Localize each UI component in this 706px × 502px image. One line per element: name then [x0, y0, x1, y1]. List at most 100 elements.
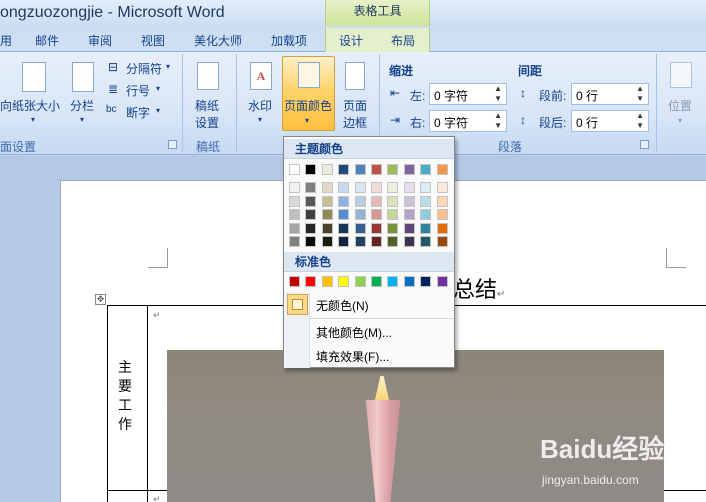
tab-reference[interactable]: 用: [0, 32, 12, 49]
theme-shade-swatch[interactable]: [354, 236, 366, 247]
line-numbers-dropdown-icon[interactable]: ▾: [156, 84, 160, 93]
spacing-before-spinner[interactable]: 0 行 ▲ ▼: [571, 83, 649, 105]
page-setup-launcher-icon[interactable]: [168, 140, 177, 149]
spacing-before-value[interactable]: 0 行: [576, 87, 598, 104]
orientation-label[interactable]: 向: [0, 97, 12, 114]
standard-color-swatch[interactable]: [321, 276, 333, 287]
columns-dropdown-icon[interactable]: ▾: [80, 115, 84, 124]
theme-shade-swatch[interactable]: [403, 236, 415, 247]
theme-shade-swatch[interactable]: [420, 182, 432, 193]
theme-color-swatch[interactable]: [321, 164, 333, 175]
page-color-label[interactable]: 页面颜色: [284, 97, 332, 114]
standard-color-swatch[interactable]: [338, 276, 350, 287]
theme-shade-swatch[interactable]: [420, 209, 432, 220]
indent-right-value[interactable]: 0 字符: [434, 114, 468, 131]
theme-shade-swatch[interactable]: [371, 195, 382, 207]
theme-shade-swatch[interactable]: [387, 209, 399, 220]
theme-shade-swatch[interactable]: [354, 182, 366, 193]
theme-shade-swatch[interactable]: [420, 195, 432, 207]
theme-shade-swatch[interactable]: [321, 236, 333, 247]
theme-shade-swatch[interactable]: [338, 195, 350, 207]
theme-shade-swatch[interactable]: [371, 209, 382, 220]
indent-left-value[interactable]: 0 字符: [434, 87, 468, 104]
spin-arrows-icon[interactable]: ▲ ▼: [494, 111, 502, 131]
paragraph-launcher-icon[interactable]: [640, 140, 649, 149]
theme-shade-swatch[interactable]: [305, 195, 317, 207]
theme-shade-swatch[interactable]: [305, 209, 317, 220]
position-dropdown-icon[interactable]: ▾: [678, 116, 682, 125]
standard-color-swatch[interactable]: [436, 276, 448, 287]
theme-color-swatch[interactable]: [338, 164, 350, 175]
theme-shade-swatch[interactable]: [338, 182, 350, 193]
manuscript-line2[interactable]: 设置: [195, 114, 219, 131]
theme-shade-swatch[interactable]: [387, 236, 399, 247]
breaks-dropdown-icon[interactable]: ▾: [166, 62, 170, 71]
theme-shade-swatch[interactable]: [305, 222, 317, 234]
indent-right-spinner[interactable]: 0 字符 ▲ ▼: [429, 110, 507, 132]
theme-shade-swatch[interactable]: [321, 209, 333, 220]
spin-arrows-icon[interactable]: ▲ ▼: [636, 111, 644, 131]
standard-color-swatch[interactable]: [403, 276, 415, 287]
page-borders-line1[interactable]: 页面: [343, 97, 367, 114]
tab-addins[interactable]: 加载项: [271, 32, 307, 49]
spacing-after-value[interactable]: 0 行: [576, 114, 598, 131]
theme-color-swatch[interactable]: [371, 164, 382, 175]
no-color-icon[interactable]: [287, 294, 308, 315]
theme-shade-swatch[interactable]: [403, 209, 415, 220]
more-colors-item[interactable]: 其他颜色(M)...: [316, 324, 392, 341]
theme-shade-swatch[interactable]: [371, 182, 382, 193]
page-borders-line2[interactable]: 边框: [343, 114, 367, 131]
spin-arrows-icon[interactable]: ▲ ▼: [636, 84, 644, 104]
theme-shade-swatch[interactable]: [338, 222, 350, 234]
theme-shade-swatch[interactable]: [289, 182, 300, 193]
theme-shade-swatch[interactable]: [387, 182, 399, 193]
theme-shade-swatch[interactable]: [436, 195, 448, 207]
theme-shade-swatch[interactable]: [387, 195, 399, 207]
theme-color-swatch[interactable]: [420, 164, 432, 175]
standard-color-swatch[interactable]: [387, 276, 399, 287]
theme-shade-swatch[interactable]: [403, 182, 415, 193]
theme-shade-swatch[interactable]: [403, 195, 415, 207]
theme-shade-swatch[interactable]: [371, 236, 382, 247]
tab-beautify-master[interactable]: 美化大师: [194, 32, 242, 49]
columns-button[interactable]: 分栏: [70, 97, 94, 114]
fill-effects-item[interactable]: 填充效果(F)...: [316, 348, 389, 365]
position-button[interactable]: 位置: [668, 97, 692, 114]
tab-layout[interactable]: 布局: [391, 32, 415, 49]
theme-shade-swatch[interactable]: [354, 222, 366, 234]
theme-shade-swatch[interactable]: [338, 209, 350, 220]
no-color-item[interactable]: 无颜色(N): [316, 297, 369, 314]
theme-color-swatch[interactable]: [436, 164, 448, 175]
hyphenation-dropdown-icon[interactable]: ▾: [156, 106, 160, 115]
hyphenation-button[interactable]: 断字: [126, 104, 150, 121]
breaks-button[interactable]: 分隔符: [126, 60, 162, 77]
theme-shade-swatch[interactable]: [436, 209, 448, 220]
theme-shade-swatch[interactable]: [436, 236, 448, 247]
tab-mailings[interactable]: 邮件: [35, 32, 59, 49]
theme-shade-swatch[interactable]: [371, 222, 382, 234]
theme-color-swatch[interactable]: [354, 164, 366, 175]
spacing-after-spinner[interactable]: 0 行 ▲ ▼: [571, 110, 649, 132]
standard-color-swatch[interactable]: [289, 276, 300, 287]
spin-arrows-icon[interactable]: ▲ ▼: [494, 84, 502, 104]
theme-shade-swatch[interactable]: [305, 236, 317, 247]
theme-shade-swatch[interactable]: [354, 209, 366, 220]
tab-review[interactable]: 审阅: [88, 32, 112, 49]
tab-view[interactable]: 视图: [141, 32, 165, 49]
theme-shade-swatch[interactable]: [436, 182, 448, 193]
theme-shade-swatch[interactable]: [321, 182, 333, 193]
tab-design[interactable]: 设计: [339, 32, 363, 49]
theme-shade-swatch[interactable]: [321, 195, 333, 207]
theme-color-swatch[interactable]: [305, 164, 317, 175]
theme-shade-swatch[interactable]: [436, 222, 448, 234]
theme-shade-swatch[interactable]: [305, 182, 317, 193]
page-color-dropdown-icon[interactable]: ▾: [305, 116, 309, 125]
paper-size-button[interactable]: 纸张大小: [12, 97, 60, 114]
theme-color-swatch[interactable]: [289, 164, 300, 175]
standard-color-swatch[interactable]: [371, 276, 382, 287]
watermark-dropdown-icon[interactable]: ▾: [258, 115, 262, 124]
indent-left-spinner[interactable]: 0 字符 ▲ ▼: [429, 83, 507, 105]
theme-shade-swatch[interactable]: [289, 222, 300, 234]
theme-shade-swatch[interactable]: [403, 222, 415, 234]
theme-shade-swatch[interactable]: [289, 209, 300, 220]
